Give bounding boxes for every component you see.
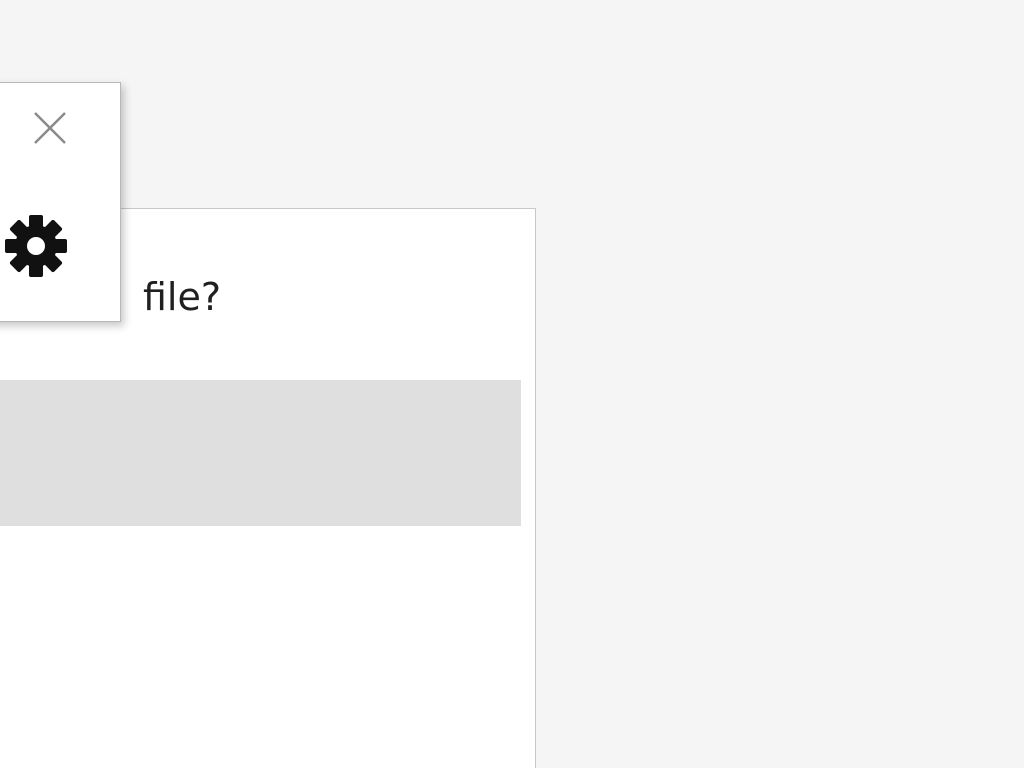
settings-button[interactable] <box>3 213 69 279</box>
floating-toolbar <box>0 82 121 322</box>
screen: file? <box>0 0 1024 768</box>
close-icon <box>29 107 71 149</box>
file-drop-area[interactable] <box>0 380 521 526</box>
gear-icon <box>3 213 69 279</box>
close-button[interactable] <box>29 107 71 149</box>
